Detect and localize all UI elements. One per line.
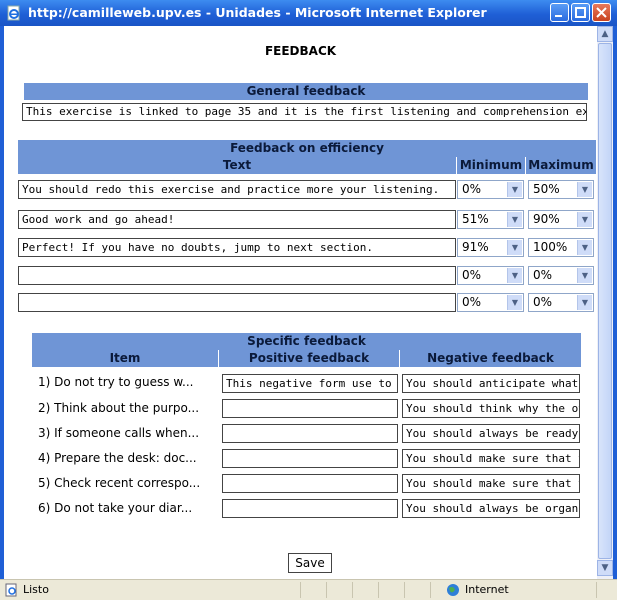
efficiency-min-select[interactable]: 91% ▼ xyxy=(457,238,524,257)
efficiency-text-input[interactable] xyxy=(18,293,456,312)
efficiency-min-value: 51% xyxy=(462,212,489,226)
scroll-down-button[interactable]: ▼ xyxy=(597,560,613,576)
save-button[interactable]: Save xyxy=(288,553,332,573)
scroll-up-button[interactable]: ▲ xyxy=(597,26,613,42)
efficiency-col-text: Text xyxy=(18,157,456,174)
specific-item-label: 5) Check recent correspo... xyxy=(38,476,201,490)
chevron-down-icon: ▼ xyxy=(577,182,592,197)
efficiency-max-select[interactable]: 90% ▼ xyxy=(528,210,594,229)
vertical-scrollbar[interactable]: ▲ ▼ xyxy=(597,26,613,579)
chevron-down-icon: ▼ xyxy=(507,240,522,255)
globe-icon xyxy=(447,584,459,596)
positive-feedback-input[interactable] xyxy=(222,399,398,418)
efficiency-min-value: 0% xyxy=(462,182,482,196)
efficiency-max-select[interactable]: 0% ▼ xyxy=(528,266,594,285)
chevron-down-icon: ▼ xyxy=(507,182,522,197)
negative-feedback-input[interactable]: You should think why the oth xyxy=(402,399,580,418)
efficiency-text-input[interactable]: You should redo this exercise and practi… xyxy=(18,180,456,199)
efficiency-max-value: 100% xyxy=(533,240,568,254)
status-divider xyxy=(326,582,327,598)
positive-feedback-input[interactable] xyxy=(222,474,398,493)
efficiency-text-input[interactable]: Perfect! If you have no doubts, jump to … xyxy=(18,238,456,257)
efficiency-min-select[interactable]: 0% ▼ xyxy=(457,266,524,285)
status-divider xyxy=(430,582,431,598)
positive-feedback-input[interactable] xyxy=(222,424,398,443)
specific-item-label: 2) Think about the purpo... xyxy=(38,401,200,415)
efficiency-min-select[interactable]: 51% ▼ xyxy=(457,210,524,229)
scroll-thumb[interactable] xyxy=(598,43,612,559)
efficiency-text-input[interactable] xyxy=(18,266,456,285)
general-feedback-field[interactable]: This exercise is linked to page 35 and i… xyxy=(22,103,587,121)
specific-col-item: Item xyxy=(32,350,218,367)
negative-feedback-input[interactable]: You should anticipate what t xyxy=(402,374,580,393)
specific-item-label: 3) If someone calls when... xyxy=(38,426,200,440)
specific-item-label: 6) Do not take your diar... xyxy=(38,501,193,515)
negative-feedback-input[interactable]: You should make sure that t xyxy=(402,474,580,493)
ie-page-icon xyxy=(7,5,20,21)
efficiency-min-value: 0% xyxy=(462,268,482,282)
maximize-button[interactable] xyxy=(571,3,590,22)
status-text: Listo xyxy=(23,583,49,596)
positive-feedback-input[interactable] xyxy=(222,499,398,518)
chevron-down-icon: ▼ xyxy=(577,295,592,310)
chevron-down-icon: ▼ xyxy=(577,268,592,283)
efficiency-min-select[interactable]: 0% ▼ xyxy=(457,180,524,199)
efficiency-col-maximum: Maximum xyxy=(526,157,596,174)
status-divider xyxy=(352,582,353,598)
positive-feedback-input[interactable]: This negative form use to m xyxy=(222,374,398,393)
page-title: FEEDBACK xyxy=(264,44,337,58)
efficiency-min-value: 91% xyxy=(462,240,489,254)
maximize-icon xyxy=(575,7,586,18)
efficiency-max-value: 0% xyxy=(533,295,553,309)
chevron-down-icon: ▼ xyxy=(577,240,592,255)
status-bar: Listo Internet xyxy=(0,579,617,600)
efficiency-min-value: 0% xyxy=(462,295,482,309)
efficiency-max-select[interactable]: 0% ▼ xyxy=(528,293,594,312)
page-content: FEEDBACK General feedback This exercise … xyxy=(4,26,597,579)
specific-item-label: 1) Do not try to guess w... xyxy=(38,375,194,389)
specific-col-positive: Positive feedback xyxy=(219,350,399,367)
minimize-button[interactable] xyxy=(550,3,569,22)
negative-feedback-input[interactable]: You should always be ready xyxy=(402,424,580,443)
window-title: http://camilleweb.upv.es - Unidades - Mi… xyxy=(28,5,487,20)
status-divider xyxy=(404,582,405,598)
status-divider xyxy=(596,582,597,598)
efficiency-max-select[interactable]: 50% ▼ xyxy=(528,180,594,199)
specific-item-label: 4) Prepare the desk: doc... xyxy=(38,451,197,465)
page-done-icon xyxy=(5,583,17,597)
positive-feedback-input[interactable] xyxy=(222,449,398,468)
chevron-down-icon: ▼ xyxy=(507,212,522,227)
general-feedback-header: General feedback xyxy=(24,83,588,100)
efficiency-max-value: 0% xyxy=(533,268,553,282)
efficiency-min-select[interactable]: 0% ▼ xyxy=(457,293,524,312)
status-divider xyxy=(300,582,301,598)
specific-col-negative: Negative feedback xyxy=(400,350,581,367)
negative-feedback-input[interactable]: You should always be organ xyxy=(402,499,580,518)
efficiency-max-value: 90% xyxy=(533,212,560,226)
chevron-down-icon: ▼ xyxy=(507,268,522,283)
title-bar: http://camilleweb.upv.es - Unidades - Mi… xyxy=(0,0,617,26)
efficiency-col-minimum: Minimum xyxy=(457,157,525,174)
close-button[interactable] xyxy=(592,3,611,22)
minimize-icon xyxy=(555,15,562,17)
chevron-down-icon: ▼ xyxy=(507,295,522,310)
efficiency-max-value: 50% xyxy=(533,182,560,196)
efficiency-header: Feedback on efficiency xyxy=(18,140,596,157)
specific-feedback-header: Specific feedback xyxy=(32,333,581,350)
status-divider xyxy=(378,582,379,598)
security-zone-label: Internet xyxy=(465,583,509,596)
close-icon xyxy=(596,7,607,18)
chevron-down-icon: ▼ xyxy=(577,212,592,227)
negative-feedback-input[interactable]: You should make sure that y xyxy=(402,449,580,468)
efficiency-max-select[interactable]: 100% ▼ xyxy=(528,238,594,257)
efficiency-text-input[interactable]: Good work and go ahead! xyxy=(18,210,456,229)
